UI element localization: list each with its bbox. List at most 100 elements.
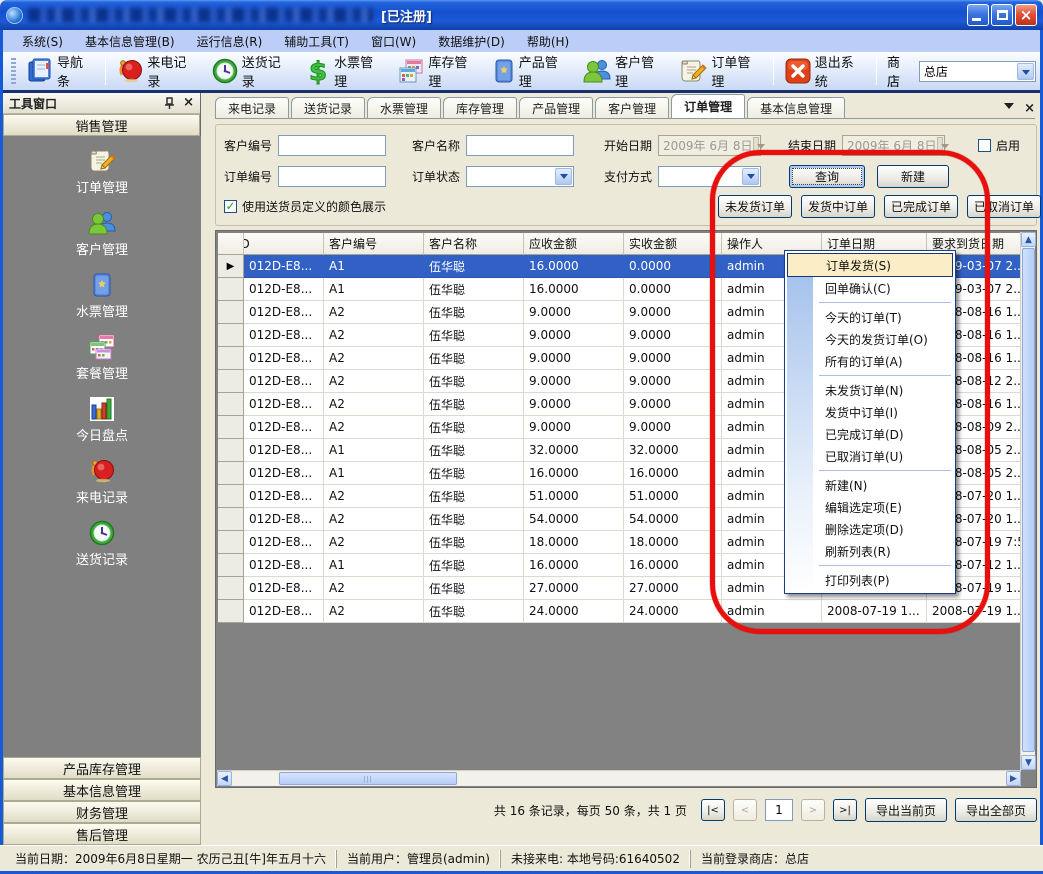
tab-订单管理[interactable]: 订单管理	[671, 94, 745, 118]
export-current-page-button[interactable]: 导出当前页	[865, 798, 947, 822]
prev-page-button[interactable]: <	[733, 799, 757, 821]
page-number-input[interactable]: 1	[765, 799, 793, 821]
column-header[interactable]: 实收金额	[624, 233, 722, 255]
toolbar-button-navigator[interactable]: 导航条	[20, 49, 101, 93]
status-filter-button[interactable]: 未发货订单	[718, 195, 792, 218]
query-button[interactable]: 查询	[789, 165, 865, 188]
driver-color-checkbox[interactable]	[224, 200, 237, 213]
toolbar-button-customer-people[interactable]: 客户管理	[576, 49, 672, 93]
row-selector[interactable]	[218, 577, 244, 600]
context-menu-item[interactable]: 刷新列表(R)	[787, 540, 953, 562]
row-selector[interactable]	[218, 347, 244, 370]
first-page-button[interactable]: |<	[701, 799, 725, 821]
scroll-left-icon[interactable]: ◀	[217, 771, 232, 786]
context-menu-item[interactable]: 发货中订单(I)	[787, 401, 953, 423]
status-filter-button[interactable]: 发货中订单	[801, 195, 875, 218]
chevron-down-icon[interactable]	[555, 168, 572, 185]
pay-method-combobox[interactable]	[658, 166, 761, 187]
tab-送货记录[interactable]: 送货记录	[291, 97, 365, 118]
row-selector[interactable]	[218, 485, 244, 508]
column-header[interactable]: 应收金额	[524, 233, 624, 255]
sidebar-item-incoming-call[interactable]: 来电记录	[3, 446, 201, 508]
scroll-up-icon[interactable]: ▲	[1021, 232, 1036, 247]
new-button[interactable]: 新建	[877, 165, 949, 188]
context-menu-item[interactable]: 所有的订单(A)	[787, 350, 953, 372]
toolbar-button-order-edit[interactable]: 订单管理	[672, 49, 768, 93]
close-button[interactable]: ×	[1015, 4, 1037, 26]
sidebar-section[interactable]: 产品库存管理	[3, 757, 201, 779]
context-menu-item[interactable]: 编辑选定项(E)	[787, 496, 953, 518]
table-row[interactable]: 012D-E8...A2伍华聪24.000024.0000admin2008-0…	[218, 600, 1022, 623]
row-selector[interactable]	[218, 370, 244, 393]
context-menu-item[interactable]: 删除选定项(D)	[787, 518, 953, 540]
tab-库存管理[interactable]: 库存管理	[443, 97, 517, 118]
horizontal-scrollbar[interactable]: ◀ ▶	[217, 770, 1021, 786]
sidebar-item-bar-chart[interactable]: 今日盘点	[3, 384, 201, 446]
row-selector[interactable]: ▶	[218, 255, 244, 278]
minimize-button[interactable]	[967, 4, 989, 26]
column-header[interactable]: 客户名称	[424, 233, 524, 255]
context-menu-item[interactable]: 打印列表(P)	[787, 569, 953, 591]
sidebar-section-sales[interactable]: 销售管理	[3, 114, 200, 136]
toolbar-button-delivery-clock[interactable]: 送货记录	[205, 49, 299, 93]
sidebar-section[interactable]: 基本信息管理	[3, 779, 201, 801]
order-status-combobox[interactable]	[466, 166, 574, 187]
row-selector[interactable]	[218, 508, 244, 531]
pin-icon[interactable]	[164, 97, 175, 110]
toolbar-button-product-book[interactable]: 产品管理	[486, 49, 576, 93]
scroll-down-icon[interactable]: ▼	[1021, 755, 1036, 770]
toolbar-grip[interactable]	[11, 58, 16, 84]
store-combobox[interactable]: 总店	[919, 61, 1036, 82]
customer-no-input[interactable]	[278, 135, 386, 156]
row-selector[interactable]	[218, 278, 244, 301]
tab-产品管理[interactable]: 产品管理	[519, 97, 593, 118]
enable-checkbox[interactable]	[978, 139, 991, 152]
export-all-pages-button[interactable]: 导出全部页	[955, 798, 1037, 822]
maximize-button[interactable]	[991, 4, 1013, 26]
tab-来电记录[interactable]: 来电记录	[215, 97, 289, 118]
context-menu-item[interactable]: 新建(N)	[787, 474, 953, 496]
order-no-input[interactable]	[278, 166, 386, 187]
toolbar-button-water-ticket[interactable]: $水票管理	[299, 49, 391, 93]
close-icon[interactable]: ×	[183, 98, 194, 108]
row-selector[interactable]	[218, 301, 244, 324]
context-menu-item[interactable]: 回单确认(C)	[787, 277, 953, 299]
scroll-right-icon[interactable]: ▶	[1006, 771, 1021, 786]
sidebar-item-order-edit[interactable]: 订单管理	[3, 136, 201, 198]
toolbar-button-exit[interactable]: 退出系统	[778, 49, 872, 93]
status-filter-button[interactable]: 已取消订单	[967, 195, 1041, 218]
row-selector[interactable]	[218, 393, 244, 416]
sidebar-item-delivery-clock[interactable]: 送货记录	[3, 508, 201, 570]
sidebar-item-water-card[interactable]: 水票管理	[3, 260, 201, 322]
sidebar-section[interactable]: 财务管理	[3, 801, 201, 823]
row-selector[interactable]	[218, 324, 244, 347]
context-menu-item[interactable]: 今天的发货订单(O)	[787, 328, 953, 350]
vertical-scroll-thumb[interactable]	[1022, 248, 1035, 752]
row-selector[interactable]	[218, 416, 244, 439]
sidebar-item-package-grids[interactable]: 套餐管理	[3, 322, 201, 384]
sidebar-section[interactable]: 售后管理	[3, 823, 201, 845]
row-selector[interactable]	[218, 439, 244, 462]
chevron-down-icon[interactable]	[1004, 103, 1014, 114]
toolbar-button-incoming-call[interactable]: 来电记录	[110, 49, 204, 93]
context-menu-item[interactable]: 订单发货(S)	[787, 253, 953, 277]
row-selector[interactable]	[218, 600, 244, 623]
chevron-down-icon[interactable]	[742, 168, 759, 185]
column-header[interactable]: 客户编号	[324, 233, 424, 255]
next-page-button[interactable]: >	[801, 799, 825, 821]
row-selector[interactable]	[218, 531, 244, 554]
tab-基本信息管理[interactable]: 基本信息管理	[747, 97, 845, 118]
horizontal-scroll-thumb[interactable]	[279, 772, 457, 785]
status-filter-button[interactable]: 已完成订单	[884, 195, 958, 218]
context-menu-item[interactable]: 未发货订单(N)	[787, 379, 953, 401]
row-selector[interactable]	[218, 554, 244, 577]
customer-name-input[interactable]	[466, 135, 574, 156]
sidebar-item-customer-people[interactable]: 客户管理	[3, 198, 201, 260]
column-header[interactable]: ID	[244, 233, 324, 255]
vertical-scrollbar[interactable]: ▲ ▼	[1020, 232, 1035, 770]
context-menu-item[interactable]: 已取消订单(U)	[787, 445, 953, 467]
tab-水票管理[interactable]: 水票管理	[367, 97, 441, 118]
toolbar-button-inventory-grid[interactable]: 库存管理	[391, 49, 485, 93]
last-page-button[interactable]: >|	[833, 799, 857, 821]
row-selector[interactable]	[218, 462, 244, 485]
